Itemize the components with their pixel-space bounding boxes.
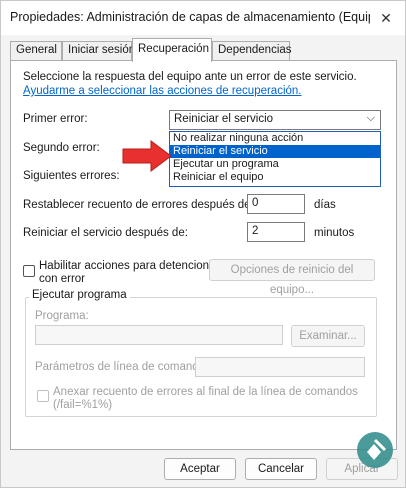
restart-service-label: Reiniciar el servicio después de: bbox=[23, 227, 188, 239]
close-icon[interactable]: ✕ bbox=[375, 7, 397, 29]
reset-count-input[interactable]: 0 bbox=[247, 194, 305, 214]
watermark-logo-icon bbox=[355, 430, 395, 473]
first-failure-label: Primer error: bbox=[23, 113, 88, 125]
params-input[interactable] bbox=[195, 357, 365, 377]
chevron-down-icon: ⌵ bbox=[366, 112, 375, 124]
restart-options-button[interactable]: Opciones de reinicio del equipo... bbox=[209, 259, 375, 296]
intro-text: Seleccione la respuesta del equipo ante … bbox=[23, 71, 357, 83]
ok-button[interactable]: Aceptar bbox=[164, 458, 236, 480]
first-failure-select[interactable]: Reiniciar el servicio ⌵ bbox=[169, 110, 381, 130]
run-program-title: Ejecutar programa bbox=[29, 289, 130, 301]
dropdown-option[interactable]: Reiniciar el equipo bbox=[170, 171, 380, 184]
browse-button[interactable]: Examinar... bbox=[291, 325, 365, 347]
second-failure-label: Segundo error: bbox=[23, 142, 100, 154]
red-arrow-icon bbox=[121, 139, 173, 176]
dropdown-option-selected[interactable]: Reiniciar el servicio bbox=[170, 145, 380, 158]
window-title: Propiedades: Administración de capas de … bbox=[10, 10, 370, 24]
properties-dialog: Propiedades: Administración de capas de … bbox=[0, 0, 406, 488]
enable-actions-label-line2: con error bbox=[39, 273, 86, 285]
dropdown-option[interactable]: No realizar ninguna acción bbox=[170, 132, 380, 145]
params-label: Parámetros de línea de comandos: bbox=[35, 361, 214, 373]
reset-count-label: Restablecer recuento de errores después … bbox=[23, 199, 254, 211]
enable-actions-label-line1: Habilitar acciones para detenciones bbox=[39, 260, 222, 272]
tab-dependencies[interactable]: Dependencias bbox=[212, 41, 292, 61]
title-bar: Propiedades: Administración de capas de … bbox=[1, 1, 405, 35]
recovery-panel: Seleccione la respuesta del equipo ante … bbox=[10, 60, 397, 450]
dropdown-option[interactable]: Ejecutar un programa bbox=[170, 158, 380, 171]
restart-minutes-input[interactable]: 2 bbox=[247, 222, 305, 242]
program-label: Programa: bbox=[35, 310, 89, 322]
append-count-checkbox[interactable] bbox=[37, 390, 49, 402]
cancel-button[interactable]: Cancelar bbox=[245, 458, 317, 480]
enable-actions-checkbox[interactable] bbox=[23, 265, 35, 277]
tab-logon[interactable]: Iniciar sesión bbox=[62, 41, 135, 61]
tab-general[interactable]: General bbox=[10, 41, 62, 61]
append-count-label-line2: (/fail=%1%) bbox=[53, 399, 113, 411]
help-link[interactable]: Ayudarme a seleccionar las acciones de r… bbox=[23, 85, 302, 97]
subsequent-failures-label: Siguientes errores: bbox=[23, 170, 120, 182]
tab-recovery[interactable]: Recuperación bbox=[132, 38, 212, 62]
failure-action-dropdown[interactable]: No realizar ninguna acción Reiniciar el … bbox=[169, 131, 381, 187]
first-failure-value: Reiniciar el servicio bbox=[174, 113, 274, 125]
restart-unit: minutos bbox=[314, 227, 355, 239]
append-count-label-line1: Anexar recuento de errores al final de l… bbox=[53, 386, 358, 398]
reset-unit: días bbox=[314, 199, 336, 211]
program-input[interactable] bbox=[35, 325, 283, 345]
